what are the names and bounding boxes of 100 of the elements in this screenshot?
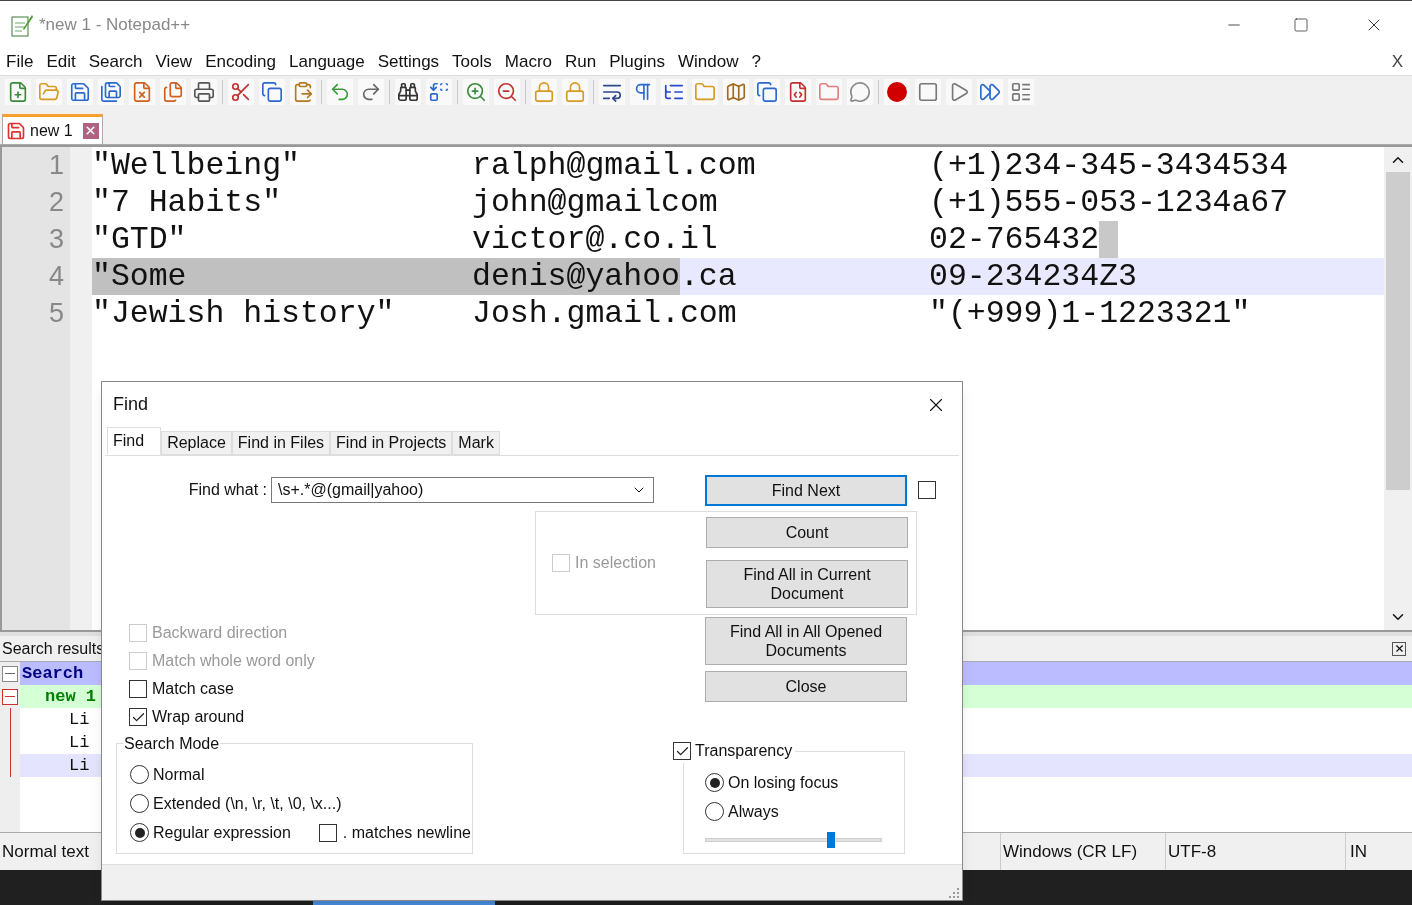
fold-icon[interactable] [2, 665, 18, 682]
editor-text: denis@yahoo [472, 258, 680, 295]
line-number: 4 [47, 260, 65, 293]
slider-thumb[interactable] [826, 832, 835, 848]
fold-icon[interactable] [2, 688, 18, 705]
close-panel-icon[interactable] [1392, 641, 1406, 656]
editor-text: (+1)234-345-3434534 [929, 147, 1289, 184]
status-text: Windows (CR LF) [1003, 840, 1138, 863]
checkbox-label: Match whole word only [152, 651, 315, 671]
zoom-in-icon[interactable] [463, 79, 489, 105]
radio-button[interactable] [705, 802, 724, 821]
fast-forward-icon[interactable] [977, 79, 1003, 105]
editor-text: ralph@gmail.com [472, 147, 756, 184]
resize-grip-icon[interactable] [948, 886, 960, 898]
checkbox[interactable] [318, 823, 337, 842]
dialog-tab[interactable]: Replace [161, 431, 232, 455]
editor-text: "GTD" [92, 221, 187, 258]
checkbox[interactable] [918, 481, 936, 499]
editor-text: "(+999)1-1223321" [929, 295, 1251, 332]
menu-item[interactable]: Search [88, 48, 143, 75]
radio-button[interactable] [705, 773, 724, 792]
menu-item[interactable]: Encoding [205, 48, 276, 75]
checkbox-label: . matches newline [342, 822, 471, 843]
redo-icon[interactable] [358, 79, 384, 105]
binoculars-icon[interactable] [395, 79, 421, 105]
radio-button[interactable] [130, 823, 149, 842]
dialog-tab[interactable]: Find in Projects [330, 431, 453, 455]
status-text: IN [1350, 840, 1367, 863]
checkbox-label: Backward direction [152, 623, 288, 643]
checkbox[interactable] [129, 680, 147, 698]
menu-item[interactable]: View [155, 48, 193, 75]
dialog-button[interactable]: Close [705, 671, 907, 702]
menu-item[interactable]: Tools [452, 48, 492, 75]
dialog-button[interactable]: Find All in Current Document [706, 560, 908, 608]
menu-item[interactable]: ? [751, 48, 761, 75]
editor-text: victor@.co.il [472, 221, 718, 258]
scissors-icon[interactable] [228, 79, 254, 105]
menu-item[interactable]: Run [565, 48, 597, 75]
folder-icon[interactable] [816, 79, 842, 105]
editor-text: 02-765432 [929, 221, 1100, 258]
close-document-button[interactable]: X [1391, 48, 1403, 75]
dialog-button[interactable]: Count [706, 517, 908, 548]
copy-icon[interactable] [259, 79, 285, 105]
list-icon[interactable] [1008, 79, 1034, 105]
zoom-out-icon[interactable] [494, 79, 520, 105]
new-file-icon[interactable] [5, 79, 31, 105]
play-icon[interactable] [946, 79, 972, 105]
status-text: UTF-8 [1168, 840, 1217, 863]
menu-item[interactable]: Plugins [609, 48, 665, 75]
radio-label: Extended (\n, \r, \t, \0, \x...) [153, 793, 342, 814]
save-icon[interactable] [67, 79, 93, 105]
close-tab-icon[interactable] [82, 122, 99, 139]
stop-icon[interactable] [915, 79, 941, 105]
menu-item[interactable]: Window [677, 48, 739, 75]
replace-icon[interactable] [426, 79, 452, 105]
dialog-tab[interactable]: Find in Files [231, 431, 331, 455]
paste-icon[interactable] [290, 79, 316, 105]
document-tab[interactable]: new 1 [2, 114, 103, 144]
pilcrow-icon[interactable] [630, 79, 656, 105]
scrollbar[interactable] [1384, 147, 1412, 630]
radio-label: On losing focus [728, 772, 839, 793]
dialog-button[interactable]: Find Next [705, 474, 907, 506]
menu-item[interactable]: Language [289, 48, 365, 75]
dialog-tab[interactable]: Find [107, 427, 162, 455]
close-file-icon[interactable] [129, 79, 155, 105]
radio-button[interactable] [130, 765, 149, 784]
menu-item[interactable]: Edit [46, 48, 76, 75]
menu-item[interactable]: Macro [504, 48, 552, 75]
radio-label: Normal [153, 764, 205, 785]
checkbox-label: Transparency [695, 741, 793, 761]
dialog-button[interactable]: Find All in All Opened Documents [705, 617, 907, 665]
radio-label: Always [728, 801, 779, 822]
save-all-icon[interactable] [98, 79, 124, 105]
maximize-icon[interactable] [1293, 16, 1309, 33]
checkbox[interactable] [129, 708, 147, 726]
code-file-icon[interactable] [785, 79, 811, 105]
status-text: Normal text [2, 840, 89, 863]
menu-item[interactable]: File [6, 48, 34, 75]
editor-text: (+1)555-053-1234a67 [929, 184, 1289, 221]
menu-item[interactable]: Settings [377, 48, 440, 75]
wrap-text-icon[interactable] [599, 79, 625, 105]
transparency-slider[interactable] [705, 832, 882, 848]
save-icon [6, 120, 26, 141]
checkbox-label: Wrap around [152, 707, 245, 727]
radio-button[interactable] [130, 794, 149, 813]
record-icon[interactable] [884, 79, 910, 105]
line-number: 1 [47, 149, 65, 182]
checkbox[interactable] [673, 742, 691, 760]
copy-icon[interactable] [754, 79, 780, 105]
checkbox-label: Match case [152, 679, 234, 699]
list-tree-icon[interactable] [661, 79, 687, 105]
field-label: Find what : [187, 480, 268, 500]
map-icon[interactable] [723, 79, 749, 105]
files-icon[interactable] [160, 79, 186, 105]
printer-icon[interactable] [191, 79, 217, 105]
speech-bubble-icon[interactable] [847, 79, 873, 105]
checkbox-label: In selection [575, 553, 656, 573]
undo-icon[interactable] [327, 79, 353, 105]
find-what-field[interactable]: \s+.*@(gmail|yahoo) [271, 477, 654, 503]
dialog-tab[interactable]: Mark [452, 431, 500, 455]
